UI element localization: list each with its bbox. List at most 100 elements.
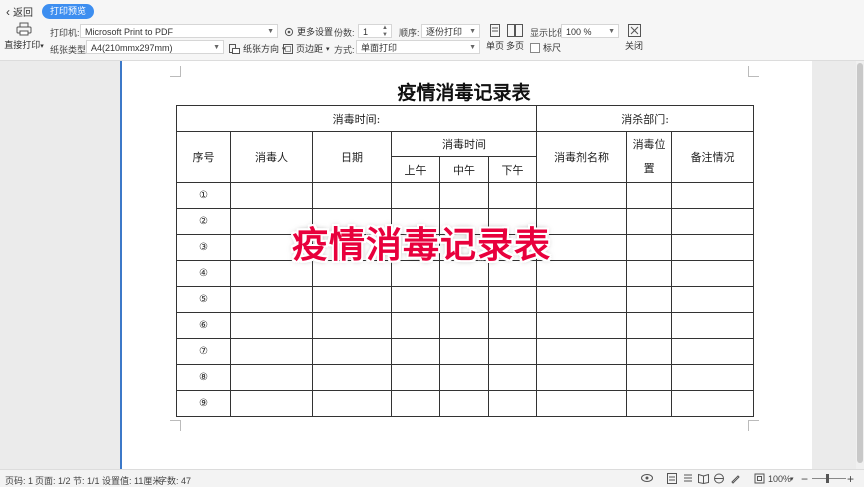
table-cell (626, 286, 673, 313)
table-cell (439, 312, 489, 339)
close-icon (627, 24, 641, 37)
printer-select[interactable]: Microsoft Print to PDF ▼ (80, 24, 278, 38)
chevron-down-icon[interactable]: ▾ (790, 475, 794, 483)
multi-page-label: 多页 (505, 41, 524, 51)
ruler-label: 标尺 (543, 43, 562, 53)
ruler-toggle[interactable]: 标尺 (530, 41, 561, 54)
reading-mode-icon[interactable] (698, 473, 709, 484)
direct-print-button[interactable]: 直接打印▾ (4, 22, 44, 51)
header-time-group: 消毒时间 (390, 131, 538, 157)
row-number: ① (176, 182, 231, 209)
table-row: ① (176, 182, 755, 209)
margins-icon (283, 43, 293, 54)
table-cell (230, 286, 313, 313)
table-cell (391, 286, 440, 313)
print-mode-select[interactable]: 单面打印 ▼ (356, 40, 480, 54)
header-notes: 备注情况 (671, 131, 755, 183)
tab-print-preview[interactable]: 打印预览 (42, 4, 95, 19)
single-page-icon (490, 24, 500, 37)
back-label: 返回 (13, 8, 33, 19)
info-department: 消杀部门: (536, 105, 755, 132)
table-cell (487, 182, 538, 209)
margins-button[interactable]: 页边距 ▾ (283, 42, 330, 55)
back-button[interactable]: ‹ 返回 (6, 4, 33, 20)
table-cell (439, 364, 489, 391)
table-cell (626, 364, 673, 391)
scrollbar-thumb[interactable] (857, 63, 863, 463)
table-cell (487, 286, 538, 313)
table-cell (671, 234, 755, 261)
table-cell (312, 312, 392, 339)
zoom-value: 100 % (566, 27, 592, 37)
margin-corner-mark (170, 420, 181, 431)
table-cell (626, 390, 673, 417)
header-position-line1: 消毒位 (632, 138, 666, 151)
row-number: ③ (176, 234, 231, 261)
table-cell (671, 312, 755, 339)
zoom-slider-handle[interactable] (826, 474, 829, 483)
margin-corner-mark (170, 66, 181, 77)
table-cell (671, 208, 755, 235)
info-disinfection-time: 消毒时间: (175, 105, 538, 132)
table-cell (671, 338, 755, 365)
table-cell (312, 338, 392, 365)
gear-icon (284, 27, 294, 36)
web-layout-icon[interactable] (714, 473, 724, 484)
print-order-value: 逐份打印 (426, 27, 463, 37)
zoom-out-icon[interactable]: − (801, 472, 808, 486)
zoom-in-icon[interactable]: + (847, 472, 854, 486)
copies-stepper[interactable]: 1 ▲ ▼ (358, 24, 392, 38)
close-label: 关闭 (624, 41, 643, 51)
vertical-scrollbar[interactable] (856, 61, 864, 469)
table-cell (391, 182, 440, 209)
print-order-select[interactable]: 逐份打印 ▼ (421, 24, 480, 38)
table-cell (671, 390, 755, 417)
table-cell (626, 182, 673, 209)
zoom-slider-track[interactable] (812, 478, 846, 479)
table-cell (312, 286, 392, 313)
ruler-checkbox[interactable] (530, 42, 540, 53)
stepper-arrows-icon: ▲ ▼ (382, 25, 388, 38)
outline-view-icon[interactable] (683, 473, 693, 484)
header-row: 序号 消毒人 日期 消毒时间 消毒剂名称 消毒位置 备注情况 (176, 131, 755, 183)
status-setting-value: 设置值: 11厘米 (102, 476, 162, 486)
header-person: 消毒人 (230, 131, 313, 183)
header-position-line2: 置 (643, 162, 655, 175)
table-cell (230, 312, 313, 339)
status-word-count: 字数: 47 (158, 476, 192, 486)
chevron-left-icon: ‹ (6, 4, 10, 19)
table-cell (391, 312, 440, 339)
row-number: ⑦ (176, 338, 231, 365)
header-morning: 上午 (391, 156, 440, 183)
table-cell (626, 234, 673, 261)
table-cell (671, 364, 755, 391)
zoom-select[interactable]: 100 % ▼ (561, 24, 619, 38)
table-cell (439, 338, 489, 365)
table-row: ⑤ (176, 286, 755, 313)
multi-page-button[interactable]: 多页 (503, 24, 527, 52)
pen-icon[interactable] (730, 473, 741, 484)
table-cell (439, 286, 489, 313)
table-cell (626, 312, 673, 339)
table-cell (536, 364, 628, 391)
paper-type-select[interactable]: A4(210mmx297mm) ▼ (86, 40, 224, 54)
info-row: 消毒时间: 消杀部门: (175, 105, 755, 132)
more-settings-label: 更多设置 (297, 27, 334, 37)
table-cell (312, 390, 392, 417)
fit-page-icon[interactable] (754, 473, 765, 484)
paper-orientation-button[interactable]: 纸张方向 ▾ (229, 42, 286, 55)
table-cell (671, 286, 755, 313)
paper-type-label: 纸张类型: (50, 45, 89, 55)
eye-icon[interactable] (641, 473, 653, 483)
orientation-icon (229, 43, 240, 54)
close-button[interactable]: 关闭 (622, 24, 646, 52)
printer-label: 打印机: (50, 28, 80, 38)
more-settings-button[interactable]: 更多设置 (284, 25, 333, 38)
table-cell (536, 286, 628, 313)
page-view-icon[interactable] (667, 473, 677, 484)
header-position: 消毒位置 (626, 131, 673, 183)
table-row: ⑥ (176, 312, 755, 339)
table-cell (391, 338, 440, 365)
table-cell (439, 390, 489, 417)
chevron-down-icon: ▼ (608, 28, 615, 35)
